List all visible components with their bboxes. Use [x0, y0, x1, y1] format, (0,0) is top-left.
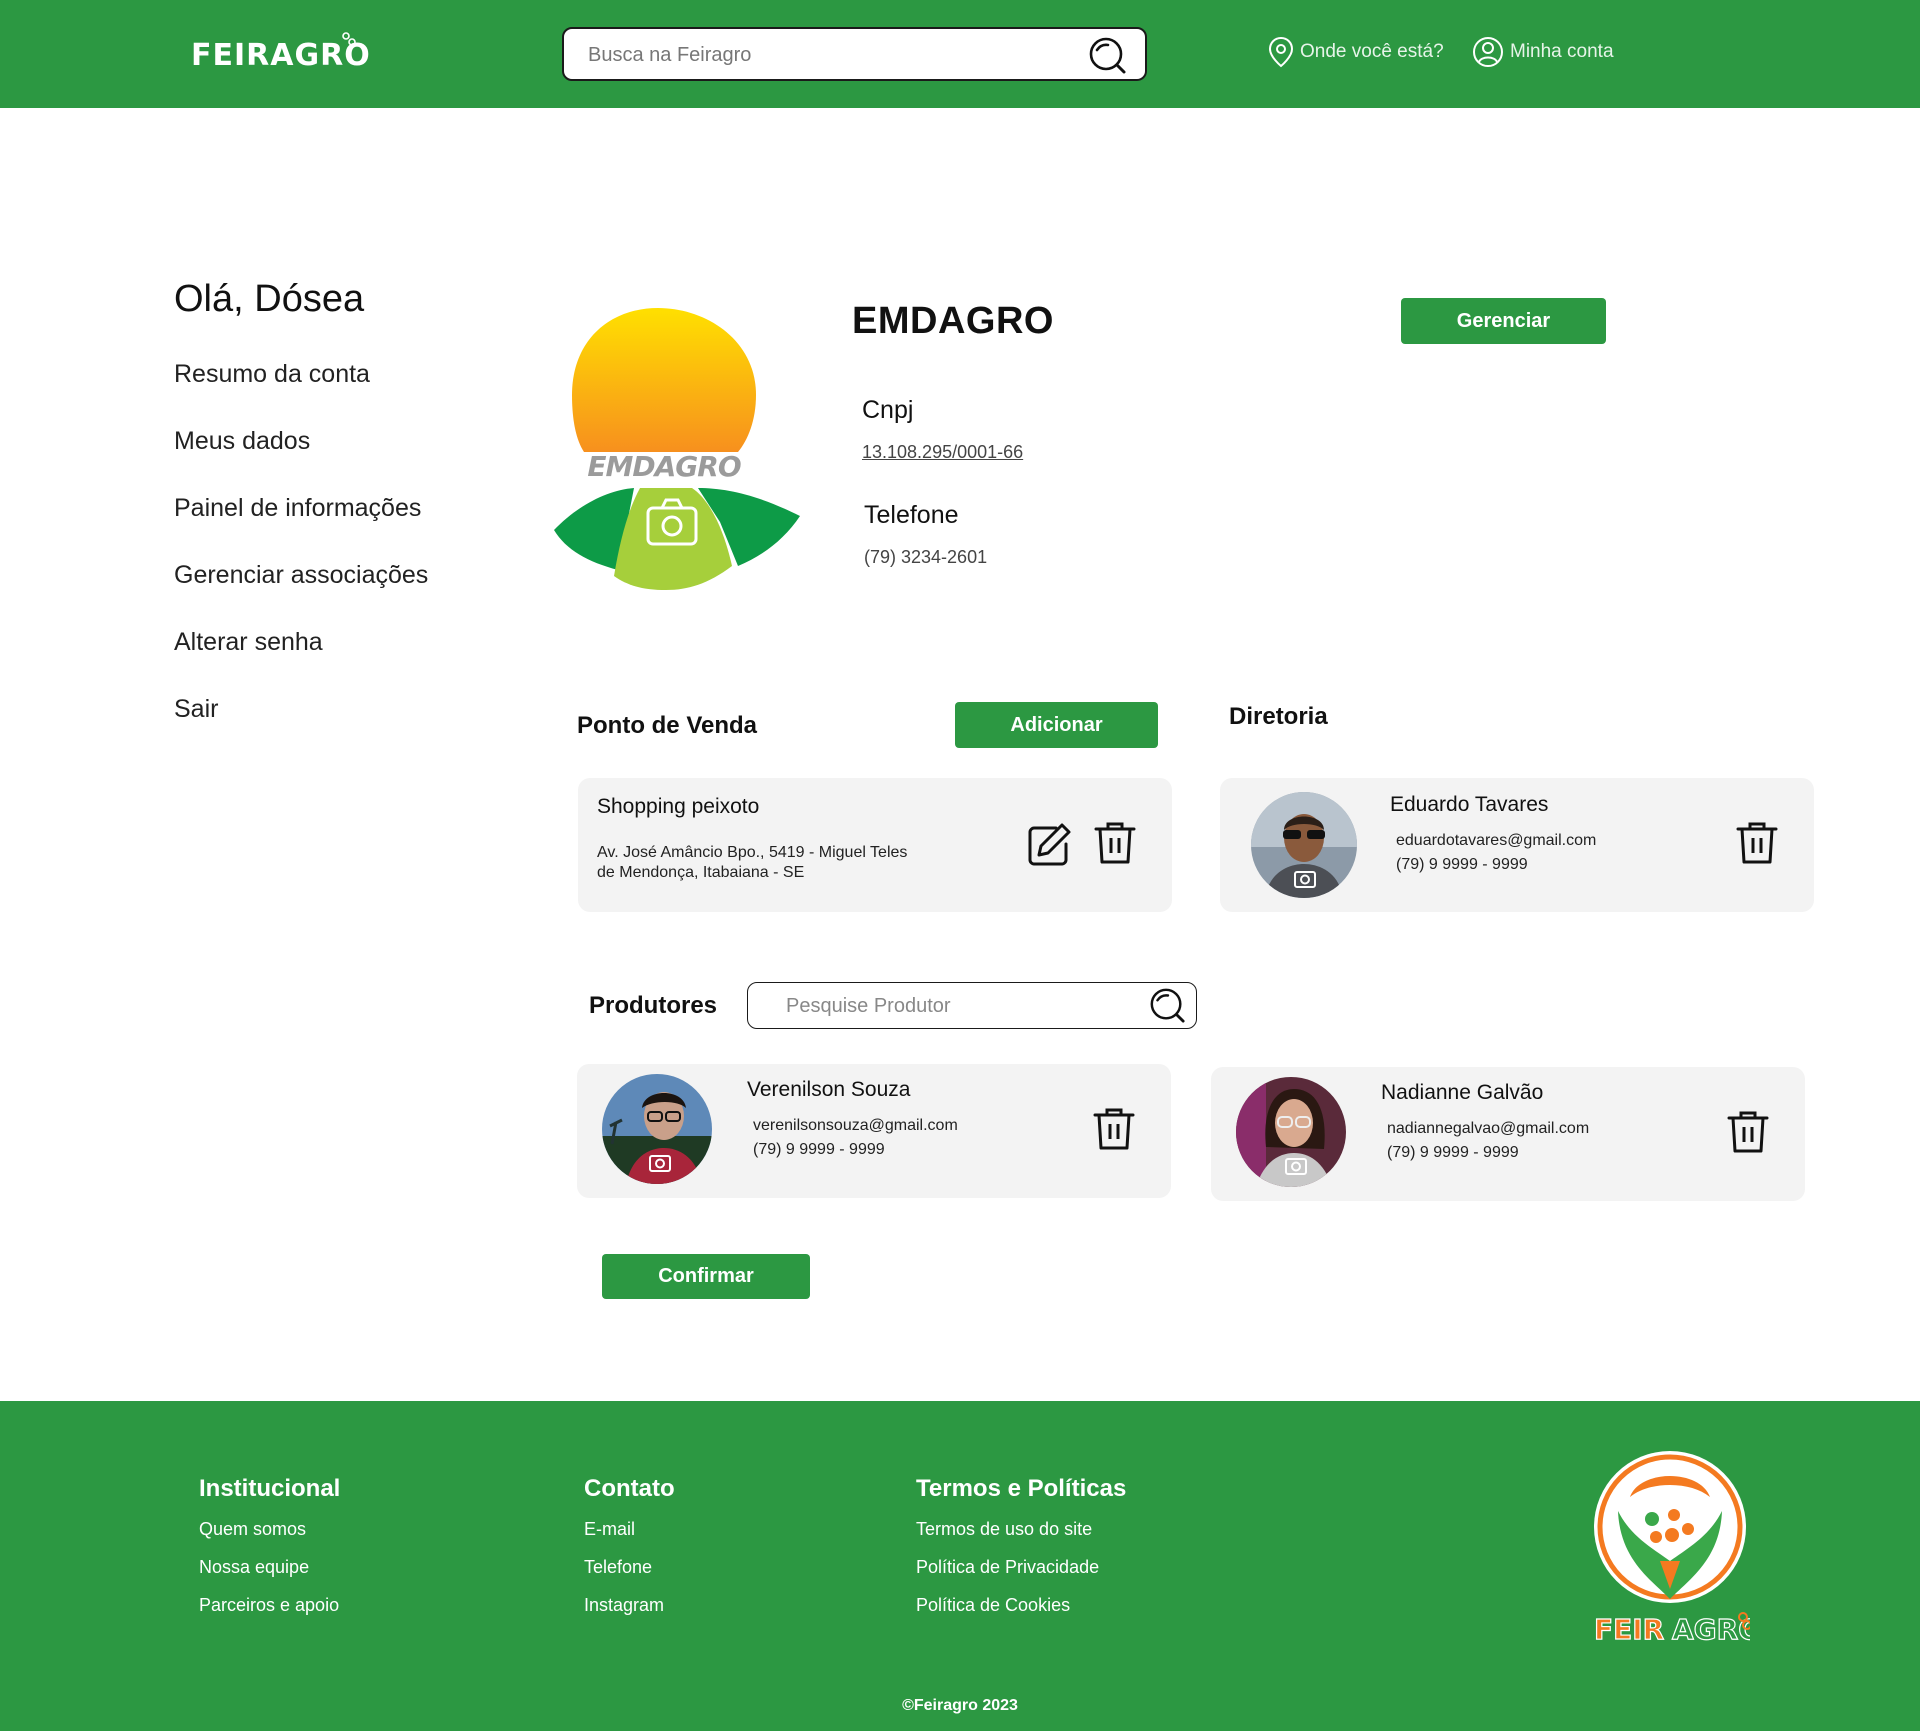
organization-logo[interactable]: EMDAGRO [548, 300, 808, 600]
edit-icon[interactable] [1026, 822, 1072, 868]
producers-title: Produtores [589, 992, 718, 1019]
header-search [562, 27, 1147, 81]
footer-link-privacy[interactable]: Política de Privacidade [916, 1557, 1099, 1578]
copyright-text: ©Feiragro 2023 [902, 1697, 1018, 1714]
trash-icon[interactable] [1091, 1106, 1137, 1152]
cnpj-label: Cnpj [862, 396, 914, 424]
logo-dots-icon [342, 32, 356, 46]
site-footer: Institucional Quem somos Nossa equipe Pa… [0, 1401, 1920, 1731]
header-search-input[interactable] [588, 41, 1068, 69]
sales-point-name: Shopping peixoto [597, 795, 760, 818]
producer-email: verenilsonsouza@gmail.com [753, 1117, 958, 1134]
producer-name: Verenilson Souza [747, 1078, 911, 1101]
footer-link-email[interactable]: E-mail [584, 1519, 635, 1540]
sales-point-address-line1: Av. José Amâncio Bpo., 5419 - Miguel Tel… [597, 844, 908, 861]
confirm-button[interactable]: Confirmar [602, 1254, 810, 1299]
footer-link-about[interactable]: Quem somos [199, 1519, 306, 1540]
sidebar-item-info-panel[interactable]: Painel de informações [174, 494, 421, 523]
sidebar-item-my-data[interactable]: Meus dados [174, 427, 310, 456]
sales-point-card: Shopping peixoto Av. José Amâncio Bpo., … [578, 778, 1172, 912]
footer-link-phone[interactable]: Telefone [584, 1557, 652, 1578]
avatar[interactable] [602, 1074, 712, 1184]
account-link[interactable]: Minha conta [1472, 36, 1614, 68]
footer-heading-institutional: Institucional [199, 1475, 341, 1502]
producer-email: nadiannegalvao@gmail.com [1387, 1120, 1590, 1137]
sidebar-item-logout[interactable]: Sair [174, 695, 218, 724]
manage-button[interactable]: Gerenciar [1401, 298, 1606, 344]
trash-icon[interactable] [1725, 1109, 1771, 1155]
avatar[interactable] [1236, 1077, 1346, 1187]
footer-link-cookies[interactable]: Política de Cookies [916, 1595, 1070, 1616]
trash-icon[interactable] [1092, 820, 1138, 866]
footer-heading-contact: Contato [584, 1475, 675, 1502]
search-icon[interactable] [1148, 986, 1186, 1024]
sidebar-item-change-password[interactable]: Alterar senha [174, 628, 323, 657]
footer-link-team[interactable]: Nossa equipe [199, 1557, 309, 1578]
producer-phone: (79) 9 9999 - 9999 [753, 1141, 885, 1158]
phone-value: (79) 3234-2601 [864, 547, 988, 567]
location-pin-icon [1268, 36, 1294, 68]
footer-heading-terms: Termos e Políticas [916, 1475, 1127, 1502]
top-header: FEIRAGRO Onde você está? Minha conta [0, 0, 1920, 108]
phone-label: Telefone [864, 501, 959, 529]
footer-link-instagram[interactable]: Instagram [584, 1595, 664, 1616]
producer-name: Nadianne Galvão [1381, 1081, 1544, 1104]
location-link[interactable]: Onde você está? [1268, 36, 1444, 68]
board-title: Diretoria [1229, 703, 1328, 730]
footer-logo[interactable]: FEIR AGRO [1590, 1449, 1750, 1649]
trash-icon[interactable] [1734, 820, 1780, 866]
organization-name: EMDAGRO [852, 300, 1054, 342]
board-member-phone: (79) 9 9999 - 9999 [1396, 856, 1528, 873]
board-member-email: eduardotavares@gmail.com [1396, 832, 1597, 849]
producer-phone: (79) 9 9999 - 9999 [1387, 1144, 1519, 1161]
account-label: Minha conta [1510, 41, 1614, 62]
cnpj-value[interactable]: 13.108.295/0001-66 [862, 442, 1023, 463]
producer-search-input[interactable] [786, 992, 1126, 1020]
producer-card: Nadianne Galvão nadiannegalvao@gmail.com… [1211, 1067, 1805, 1201]
org-logo-text: EMDAGRO [587, 450, 740, 483]
search-icon[interactable] [1087, 35, 1127, 75]
sales-point-address-line2: de Mendonça, Itabaiana - SE [597, 864, 805, 881]
footer-logo-text-a: FEIR [1594, 1613, 1664, 1646]
avatar[interactable] [1251, 792, 1357, 898]
board-member-name: Eduardo Tavares [1390, 793, 1549, 816]
sidebar-item-account-summary[interactable]: Resumo da conta [174, 360, 370, 389]
user-icon [1473, 37, 1503, 67]
add-sales-point-button[interactable]: Adicionar [955, 702, 1158, 748]
footer-link-terms-of-use[interactable]: Termos de uso do site [916, 1519, 1092, 1540]
board-member-card: Eduardo Tavares eduardotavares@gmail.com… [1220, 778, 1814, 912]
sidebar-item-manage-associations[interactable]: Gerenciar associações [174, 561, 428, 590]
producer-search [747, 982, 1197, 1029]
footer-link-partners[interactable]: Parceiros e apoio [199, 1595, 339, 1616]
sales-points-title: Ponto de Venda [577, 712, 758, 739]
location-label: Onde você está? [1300, 41, 1444, 62]
greeting-heading: Olá, Dósea [174, 278, 365, 320]
producer-card: Verenilson Souza verenilsonsouza@gmail.c… [577, 1064, 1171, 1198]
